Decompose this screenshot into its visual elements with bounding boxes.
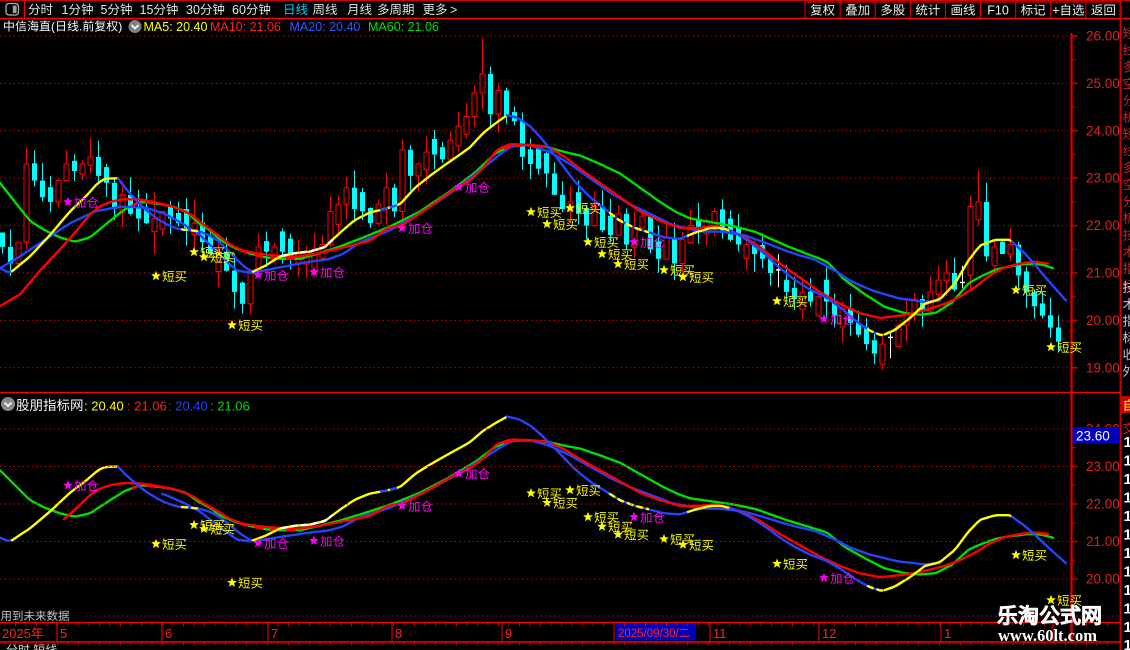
svg-text:1: 1 — [1124, 508, 1130, 525]
svg-text:1: 1 — [1124, 582, 1130, 599]
svg-text:1: 1 — [1124, 637, 1130, 650]
svg-text:1: 1 — [1124, 619, 1130, 636]
svg-text:21.00: 21.00 — [1086, 266, 1120, 281]
svg-text:7: 7 — [271, 626, 278, 641]
svg-text:(: ( — [51, 20, 55, 34]
svg-text:11: 11 — [713, 626, 727, 641]
svg-text:12: 12 — [822, 626, 836, 641]
svg-text:5: 5 — [101, 3, 108, 17]
svg-text:.: . — [79, 20, 82, 34]
svg-text:9: 9 — [505, 626, 512, 641]
svg-text:+: + — [1052, 4, 1059, 18]
svg-text:F10: F10 — [987, 4, 1009, 18]
svg-text:MA20: 20.40: MA20: 20.40 — [290, 20, 361, 34]
svg-text:23.00: 23.00 — [1086, 171, 1120, 186]
svg-text:20.00: 20.00 — [1086, 572, 1120, 587]
svg-text:1: 1 — [1124, 434, 1130, 451]
svg-text:MA5: 20.40: MA5: 20.40 — [144, 20, 208, 34]
svg-text:1: 1 — [944, 626, 951, 641]
svg-text:22.00: 22.00 — [1086, 497, 1120, 512]
svg-text:22.00: 22.00 — [1086, 218, 1120, 233]
svg-text:30: 30 — [186, 3, 200, 17]
svg-text:1: 1 — [62, 3, 69, 17]
svg-text:6: 6 — [165, 626, 172, 641]
svg-text:): ) — [118, 20, 122, 34]
svg-text:2025/09/30/: 2025/09/30/ — [618, 628, 680, 640]
svg-text:: 20.40: : 20.40 — [168, 399, 208, 414]
svg-text:2025: 2025 — [2, 626, 31, 641]
svg-text:8: 8 — [395, 626, 402, 641]
svg-text:: 21.06: : 21.06 — [210, 399, 250, 414]
svg-text:1: 1 — [1124, 453, 1130, 470]
svg-text:www.60lt.com: www.60lt.com — [998, 626, 1097, 645]
svg-text:1: 1 — [1124, 564, 1130, 581]
svg-text:5: 5 — [60, 626, 67, 641]
svg-text:>: > — [450, 3, 457, 17]
svg-text:23.00: 23.00 — [1086, 459, 1120, 474]
svg-text:1: 1 — [1124, 471, 1130, 488]
svg-text:MA60: 21.06: MA60: 21.06 — [368, 20, 439, 34]
svg-text:25.00: 25.00 — [1086, 76, 1120, 91]
svg-text:1: 1 — [1124, 545, 1130, 562]
svg-text:15: 15 — [140, 3, 154, 17]
svg-text:20.00: 20.00 — [1086, 313, 1120, 328]
svg-text:26.00: 26.00 — [1086, 29, 1120, 44]
svg-text:21.00: 21.00 — [1086, 534, 1120, 549]
svg-text:: 21.06: : 21.06 — [127, 399, 167, 414]
svg-text:: 20.40: : 20.40 — [84, 399, 124, 414]
svg-text:1: 1 — [1124, 601, 1130, 618]
svg-text:60: 60 — [232, 3, 246, 17]
svg-text:MA10: 21.06: MA10: 21.06 — [210, 20, 281, 34]
svg-text:23.60: 23.60 — [1076, 429, 1110, 444]
svg-text:19.00: 19.00 — [1086, 360, 1120, 375]
svg-text:1: 1 — [1124, 490, 1130, 507]
svg-text:24.00: 24.00 — [1086, 123, 1120, 138]
svg-text:1: 1 — [1124, 527, 1130, 544]
